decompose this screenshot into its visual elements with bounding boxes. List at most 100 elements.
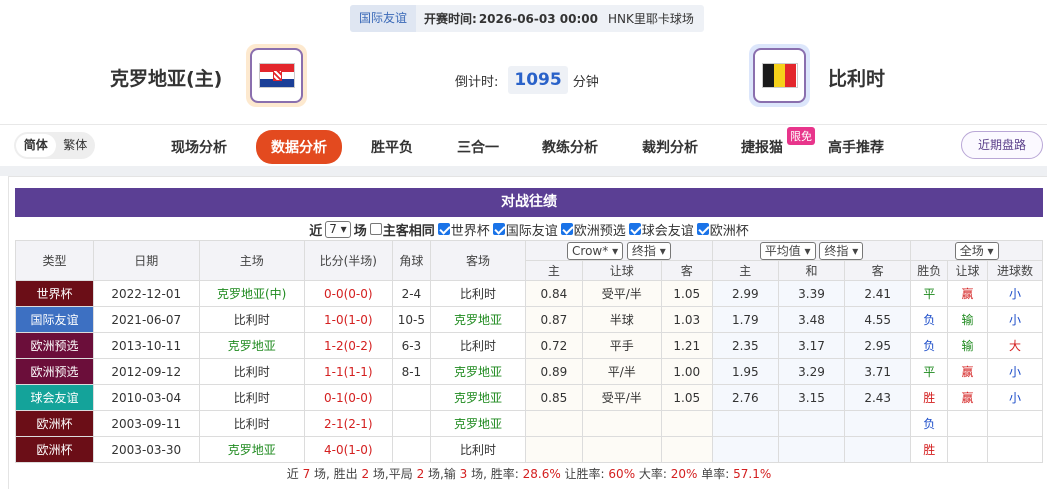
match-score[interactable]: 1-2(0-2) [303,332,393,359]
tab-jiebaomao[interactable]: 捷报猫 [741,137,783,157]
handicap-home-odds: 0.87 [525,306,583,333]
away-team[interactable]: 克罗地亚 [429,384,527,411]
handicap-line: 受平/半 [581,384,662,411]
tab-three-in-one[interactable]: 三合一 [457,137,499,157]
match-score[interactable]: 2-1(2-1) [303,410,393,437]
match-count-select[interactable]: 7 ▾ [325,220,351,238]
away-team[interactable]: 克罗地亚 [429,306,527,333]
handicap-line: 平手 [581,332,662,359]
analysis-nav: 简体 繁体 现场分析 数据分析 胜平负 三合一 教练分析 裁判分析 捷报猫 限免… [0,124,1047,166]
away-team-logo[interactable] [749,44,810,107]
euro-stage-select[interactable]: 终指 ▾ [819,241,864,260]
home-team-name[interactable]: 克罗地亚(主) [110,64,222,91]
countdown-value: 1095 [508,66,568,94]
home-team[interactable]: 比利时 [198,384,305,411]
goals-result [986,410,1044,437]
summary-text: 场,平局 [369,467,417,481]
scope-select[interactable]: 全场 ▾ [954,241,999,260]
handicap-stage-select[interactable]: 终指 ▾ [626,241,671,260]
col-h-away: 客 [660,260,713,281]
home-team[interactable]: 比利时 [198,306,305,333]
home-team[interactable]: 比利时 [198,358,305,385]
lang-simplified[interactable]: 简体 [16,134,56,157]
filter-friendly-checkbox[interactable] [492,223,505,235]
away-team[interactable]: 克罗地亚 [429,358,527,385]
filter-unit: 场 [353,223,367,239]
away-team[interactable]: 比利时 [429,280,527,307]
handicap-away-odds [660,436,713,463]
filter-euro-qual-checkbox[interactable] [560,223,573,235]
match-date: 2010-03-04 [92,384,200,411]
match-type[interactable]: 国际友谊 [15,306,94,333]
recent-handicap-button[interactable]: 近期盘路 [961,131,1043,159]
summary-win-rate: 28.6% [522,467,561,481]
euro-home-odds: 2.99 [711,280,779,307]
euro-away-odds: 2.43 [844,384,912,411]
col-away: 客场 [429,240,527,281]
same-home-away-checkbox[interactable] [369,223,382,235]
summary-text: 单率: [697,467,734,481]
handicap-away-odds: 1.00 [660,358,713,385]
corners [391,410,431,437]
home-team[interactable]: 比利时 [198,410,305,437]
match-score[interactable]: 0-0(0-0) [303,280,393,307]
handicap-home-odds: 0.89 [525,358,583,385]
match-type[interactable]: 世界杯 [15,280,94,307]
home-team[interactable]: 克罗地亚 [198,332,305,359]
col-e-home: 主 [711,260,779,281]
away-team[interactable]: 克罗地亚 [429,410,527,437]
tab-coach-analysis[interactable]: 教练分析 [542,137,598,157]
summary-hcap-rate: 60% [608,467,636,481]
match-type[interactable]: 球会友谊 [15,384,94,411]
match-type[interactable]: 欧洲预选 [15,358,94,385]
away-team-name[interactable]: 比利时 [828,64,885,91]
home-team[interactable]: 克罗地亚 [198,436,305,463]
handicap-line [581,410,662,437]
filter-world-cup-checkbox[interactable] [437,223,450,235]
tab-1x2[interactable]: 胜平负 [371,137,413,157]
company-select[interactable]: Crow* ▾ [567,241,624,260]
summary-text: 场,输 [424,467,460,481]
euro-draw-odds: 3.15 [777,384,846,411]
euro-away-odds [844,410,912,437]
filter-euro-cup-checkbox[interactable] [696,223,709,235]
filter-euro-cup-label: 欧洲杯 [709,223,749,239]
tab-expert-picks[interactable]: 高手推荐 [828,137,884,157]
goals-result: 小 [986,280,1044,307]
match-date: 2012-09-12 [92,358,200,385]
summary-odd-rate: 57.1% [733,467,772,481]
home-team[interactable]: 克罗地亚(中) [198,280,305,307]
corners: 10-5 [391,306,431,333]
competition-tag[interactable]: 国际友谊 [350,5,417,32]
summary-text: 场, 胜率: [467,467,523,481]
home-team-logo[interactable] [246,44,307,107]
away-team[interactable]: 比利时 [429,436,527,463]
handicap-line: 半球 [581,306,662,333]
euro-away-odds: 4.55 [844,306,912,333]
match-type[interactable]: 欧洲杯 [15,410,94,437]
match-score[interactable]: 0-1(0-0) [303,384,393,411]
table-row: 欧洲杯 2003-09-11 比利时 2-1(2-1) 克罗地亚 负 [15,410,1044,437]
goals-result: 小 [986,306,1044,333]
handicap-home-odds [525,410,583,437]
countdown-unit: 分钟 [572,74,599,90]
match-score[interactable]: 1-1(1-1) [303,358,393,385]
match-score[interactable]: 1-0(1-0) [303,306,393,333]
filter-club-friendly-checkbox[interactable] [628,223,641,235]
euro-draw-odds [777,410,846,437]
tab-referee-analysis[interactable]: 裁判分析 [642,137,698,157]
result: 平 [910,358,949,385]
match-date: 2022-12-01 [92,280,200,307]
tab-data-analysis[interactable]: 数据分析 [256,130,342,164]
match-type[interactable]: 欧洲预选 [15,332,94,359]
euro-home-odds [711,436,779,463]
language-toggle[interactable]: 简体 繁体 [14,132,95,159]
euro-type-select[interactable]: 平均值 ▾ [759,241,816,260]
away-team[interactable]: 比利时 [429,332,527,359]
match-score[interactable]: 4-0(1-0) [303,436,393,463]
lang-traditional[interactable]: 繁体 [56,134,96,157]
table-row: 国际友谊 2021-06-07 比利时 1-0(1-0) 10-5 克罗地亚 0.87 半球 1… [15,306,1044,333]
summary-wins: 2 [361,467,370,481]
tab-live-analysis[interactable]: 现场分析 [171,137,227,157]
match-type[interactable]: 欧洲杯 [15,436,94,463]
